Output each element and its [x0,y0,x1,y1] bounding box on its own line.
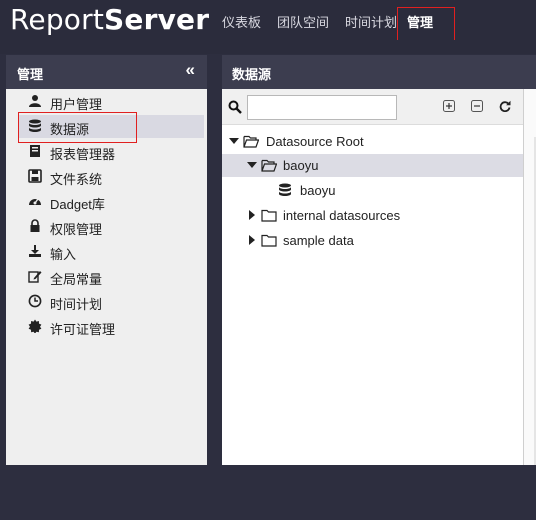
sidebar-item-label: 报表管理器 [50,147,116,162]
sidebar-item-global-constants[interactable]: 全局常量 [18,265,204,288]
clock-icon [28,294,42,308]
folder-open-icon [261,159,277,172]
tree-node-internal-datasources[interactable]: internal datasources [222,204,523,227]
caret-down-icon[interactable] [229,136,239,146]
logo-text-server: Server [104,3,210,36]
sidebar-item-file-system[interactable]: 文件系统 [18,165,204,188]
sidebar-item-label: 时间计划 [50,297,103,312]
tree-node-datasource-root[interactable]: Datasource Root [222,130,523,153]
sidebar-item-scheduler[interactable]: 时间计划 [18,290,204,313]
sidebar-item-license[interactable]: 许可证管理 [18,315,204,338]
folder-icon [261,234,277,247]
sidebar-item-report-manager[interactable]: 报表管理器 [18,140,204,163]
tree-node-baoyu-datasource[interactable]: baoyu [222,179,523,202]
database-icon [279,183,291,196]
datasource-panel-header: 数据源 [222,55,536,89]
sidebar-item-users[interactable]: 用户管理 [18,90,204,113]
search-icon [228,100,242,114]
top-bar: ReportServer 仪表板 团队空间 时间计划 管理 [0,0,536,42]
user-icon [29,95,41,107]
collapse-all-icon[interactable] [471,100,483,112]
edit-icon [28,271,42,283]
admin-panel-header: 管理 « [6,55,207,89]
sidebar-item-import[interactable]: 输入 [18,240,204,263]
book-icon [30,145,40,157]
sidebar-item-dadget-library[interactable]: Dadget库 [18,190,204,213]
expand-all-icon[interactable] [443,100,455,112]
detail-pane [524,89,536,465]
caret-down-icon[interactable] [247,160,257,170]
datasource-panel-title: 数据源 [232,67,272,82]
nav-dashboard[interactable]: 仪表板 [222,12,261,31]
search-input[interactable] [247,95,397,120]
sidebar-item-permissions[interactable]: 权限管理 [18,215,204,238]
folder-icon [261,209,277,222]
tree-toolbar [222,89,523,125]
header-gap [0,40,536,54]
tree-node-baoyu-folder[interactable]: baoyu [222,154,523,177]
tree-node-sample-data[interactable]: sample data [222,229,523,252]
caret-right-icon[interactable] [247,235,257,245]
download-icon [29,245,41,257]
panel-divider [207,144,213,520]
tree-node-label: baoyu [300,183,336,198]
floppy-icon [28,169,42,183]
app-logo[interactable]: ReportServer [10,3,209,36]
sidebar-item-label: 输入 [50,247,77,262]
folder-open-icon [243,135,259,148]
tree-node-label: sample data [283,233,354,248]
lock-icon [30,219,40,232]
caret-right-icon[interactable] [247,210,257,220]
dashboard-gauge-icon [29,198,41,205]
sidebar-item-label: 全局常量 [50,272,103,287]
sidebar-item-label: 文件系统 [50,172,103,187]
tree-node-label: baoyu [283,158,319,173]
sidebar-item-label: 权限管理 [50,222,103,237]
admin-panel-title: 管理 [17,67,44,82]
certificate-icon [28,319,42,333]
sidebar-item-label: Dadget库 [50,197,105,212]
logo-text-report: Report [10,3,105,36]
datasource-highlight-box [18,112,137,143]
nav-scheduler[interactable]: 时间计划 [345,12,397,31]
refresh-icon[interactable] [499,100,511,112]
datasource-panel: 数据源 Datasource Root baoyu baoyu internal… [222,55,536,465]
nav-highlight-box [397,7,455,42]
nav-teamspace[interactable]: 团队空间 [277,12,329,31]
sidebar-item-label: 用户管理 [50,97,103,112]
collapse-icon[interactable]: « [186,60,195,80]
sidebar-item-label: 许可证管理 [50,322,116,337]
tree-node-label: Datasource Root [266,134,364,149]
tree-node-label: internal datasources [283,208,401,223]
